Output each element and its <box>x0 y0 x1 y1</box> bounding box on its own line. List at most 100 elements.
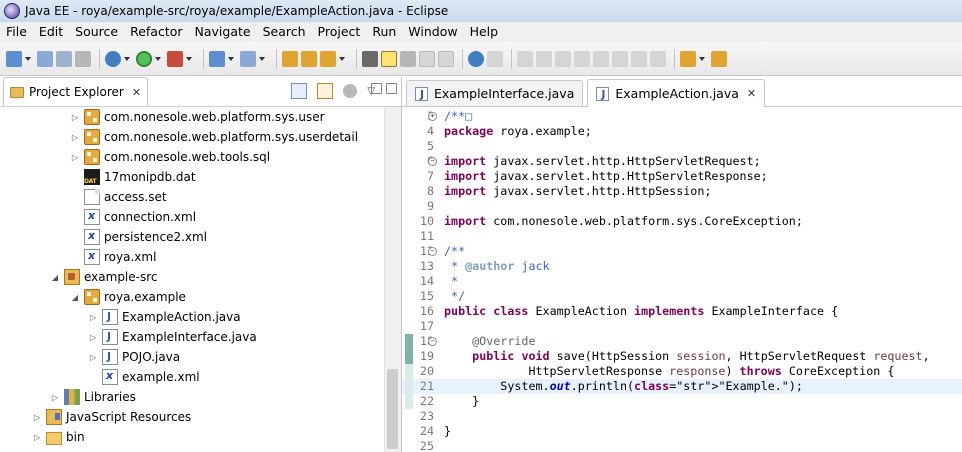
tree-item[interactable]: access.set <box>0 187 384 207</box>
code-line[interactable]: 18− @Override <box>402 334 962 349</box>
synchronize-icon[interactable] <box>343 84 358 98</box>
tree-item[interactable]: ▷ Libraries <box>0 387 384 407</box>
new-dropdown-icon[interactable] <box>25 51 31 67</box>
menu-source[interactable]: Source <box>69 22 124 42</box>
external-tools-icon[interactable] <box>167 50 183 67</box>
tree-item[interactable]: ▷ com.nonesole.web.tools.sql <box>0 147 384 167</box>
code-line[interactable]: 11 <box>402 229 962 244</box>
code-line[interactable]: 17 <box>402 319 962 334</box>
toggle-breadcrumb-icon[interactable] <box>362 50 378 67</box>
expand-fold-icon[interactable]: + <box>428 112 437 121</box>
maximize-icon[interactable] <box>386 83 397 94</box>
code-line[interactable]: 1+ /**□ <box>402 109 962 124</box>
block-selection-icon[interactable] <box>419 50 435 67</box>
tree-item[interactable]: persistence2.xml <box>0 227 384 247</box>
menu-refactor[interactable]: Refactor <box>124 22 188 42</box>
new-icon[interactable] <box>6 50 22 67</box>
collapse-fold-icon[interactable]: − <box>428 247 437 256</box>
tree-item[interactable]: ▷ JavaScript Resources <box>0 407 384 427</box>
collapse-all-icon[interactable] <box>291 83 308 99</box>
code-line[interactable]: 12− /** <box>402 244 962 259</box>
scrollbar-thumb[interactable] <box>387 369 398 449</box>
close-icon[interactable]: ✕ <box>132 86 141 99</box>
collapse-fold-icon[interactable]: − <box>428 157 437 166</box>
tree-item[interactable]: connection.xml <box>0 207 384 227</box>
debug-dropdown-icon[interactable] <box>124 51 130 67</box>
web-browser-icon[interactable] <box>468 50 484 67</box>
project-explorer-tab[interactable]: Project Explorer ✕ <box>3 77 149 106</box>
tree-item[interactable]: ▷ com.nonesole.web.platform.sys.userdeta… <box>0 127 384 147</box>
search-icon[interactable] <box>320 50 336 67</box>
expand-icon[interactable]: ▷ <box>88 333 98 342</box>
expand-icon[interactable]: ▷ <box>88 353 98 362</box>
collapse-icon[interactable]: ◢ <box>50 273 60 282</box>
code-line[interactable]: 7 import javax.servlet.http.HttpServletRe… <box>402 169 962 184</box>
open-type-icon[interactable] <box>282 50 298 67</box>
suspend-icon[interactable] <box>536 50 552 67</box>
tree-item[interactable]: ◢ roya.example <box>0 287 384 307</box>
toggle-word-wrap-icon[interactable] <box>400 50 416 67</box>
menu-navigate[interactable]: Navigate <box>189 22 257 42</box>
code-line[interactable]: 19 public void save(HttpSession session,… <box>402 349 962 364</box>
tree-item[interactable]: ▷ ExampleAction.java <box>0 307 384 327</box>
code-editor[interactable]: 1+ /**□ 4 package roya.example; 56− import ja… <box>402 109 962 452</box>
skip-breakpoints-icon[interactable] <box>487 50 503 67</box>
external-tools-dropdown-icon[interactable] <box>186 51 192 67</box>
tab-example-interface[interactable]: ExampleInterface.java <box>406 80 584 106</box>
menu-file[interactable]: File <box>0 22 33 42</box>
expand-icon[interactable]: ▷ <box>70 113 80 122</box>
code-line[interactable]: 22 } <box>402 394 962 409</box>
code-line[interactable]: 23 <box>402 409 962 424</box>
code-line[interactable]: 6− import javax.servlet.http.HttpServletR… <box>402 154 962 169</box>
expand-icon[interactable]: ▷ <box>70 133 80 142</box>
expand-icon[interactable]: ▷ <box>32 433 42 442</box>
new-java-project-dropdown-icon[interactable] <box>228 51 234 67</box>
menu-project[interactable]: Project <box>312 22 367 42</box>
save-all-icon[interactable] <box>56 50 72 67</box>
explorer-scrollbar[interactable] <box>384 107 401 452</box>
close-icon[interactable]: ✕ <box>747 87 756 100</box>
collapse-fold-icon[interactable]: − <box>428 337 437 346</box>
collapse-icon[interactable]: ◢ <box>70 293 80 302</box>
tree-item[interactable]: ◢ example-src <box>0 267 384 287</box>
code-line[interactable]: 4 package roya.example; <box>402 124 962 139</box>
tree-item[interactable]: ▷ com.nonesole.web.platform.sys.user <box>0 107 384 127</box>
tree-item[interactable]: ▷ bin <box>0 427 384 447</box>
step-into-icon[interactable] <box>593 50 609 67</box>
menu-run[interactable]: Run <box>366 22 402 42</box>
expand-icon[interactable]: ▷ <box>88 313 98 322</box>
terminate-icon[interactable] <box>555 50 571 67</box>
tree-item[interactable]: roya.xml <box>0 247 384 267</box>
new-package-dropdown-icon[interactable] <box>259 51 265 67</box>
toggle-mark-occurrences-icon[interactable] <box>381 50 397 67</box>
code-line[interactable]: 21 System.out.println(class="str">"Examp… <box>402 379 962 394</box>
code-line[interactable]: 25 <box>402 439 962 452</box>
code-line[interactable]: 9 <box>402 199 962 214</box>
expand-icon[interactable]: ▷ <box>70 153 80 162</box>
step-over-icon[interactable] <box>612 50 628 67</box>
tab-example-action[interactable]: ExampleAction.java ✕ <box>587 79 766 107</box>
tree-item[interactable]: ▷ POJO.java <box>0 347 384 367</box>
menu-edit[interactable]: Edit <box>33 22 69 42</box>
disconnect-icon[interactable] <box>574 50 590 67</box>
code-line[interactable]: 10 import com.nonesole.web.platform.sys.C… <box>402 214 962 229</box>
menu-search[interactable]: Search <box>257 22 312 42</box>
menu-help[interactable]: Help <box>464 22 505 42</box>
code-line[interactable]: 16 public class ExampleAction implements … <box>402 304 962 319</box>
run-icon[interactable] <box>136 50 152 67</box>
code-line[interactable]: 14 * <box>402 274 962 289</box>
link-with-editor-icon[interactable] <box>317 83 334 99</box>
menu-window[interactable]: Window <box>402 22 463 42</box>
next-annotation-dropdown-icon[interactable] <box>699 51 705 67</box>
code-line[interactable]: 20 HttpServletResponse response) throws … <box>402 364 962 379</box>
save-icon[interactable] <box>37 50 53 67</box>
new-java-project-icon[interactable] <box>209 50 225 67</box>
next-annotation-icon[interactable] <box>680 50 696 67</box>
minimize-icon[interactable] <box>371 83 382 94</box>
step-return-icon[interactable] <box>631 50 647 67</box>
debug-icon[interactable] <box>105 50 121 67</box>
tree-item[interactable]: example.xml <box>0 367 384 387</box>
drop-to-frame-icon[interactable] <box>650 50 666 67</box>
search-dropdown-icon[interactable] <box>339 51 345 67</box>
show-whitespace-icon[interactable] <box>438 50 454 67</box>
